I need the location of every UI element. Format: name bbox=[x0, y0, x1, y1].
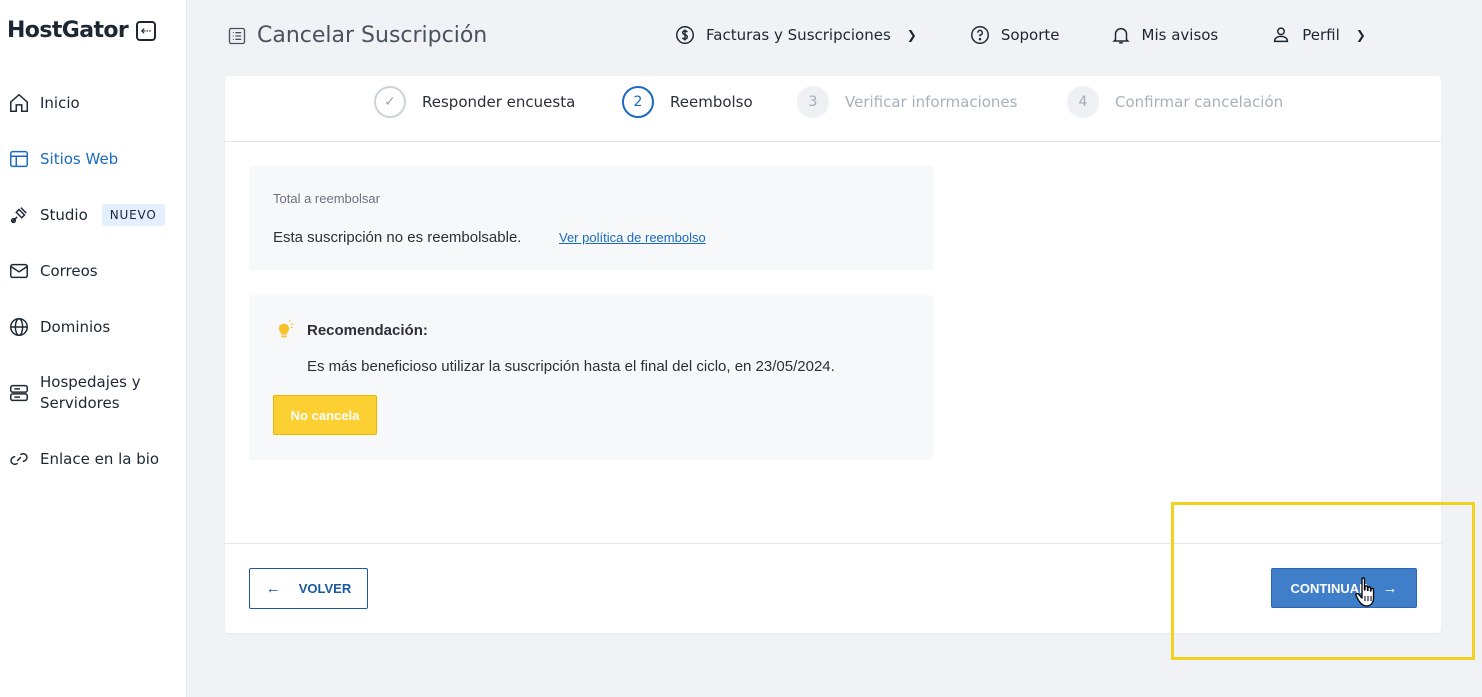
sidebar-item-label: Sitios Web bbox=[40, 150, 119, 168]
sidebar-item-dominios[interactable]: Dominios bbox=[8, 316, 110, 338]
bell-icon bbox=[1111, 27, 1130, 44]
refund-policy-link[interactable]: Ver política de reembolso bbox=[559, 230, 706, 245]
step-number: 2 bbox=[622, 86, 654, 118]
check-icon: ✓ bbox=[374, 86, 406, 118]
notices-label: Mis avisos bbox=[1141, 26, 1219, 44]
sidebar-item-label: Enlace en la bio bbox=[40, 450, 160, 468]
step-number: 4 bbox=[1067, 86, 1099, 118]
page-title: Cancelar Suscripción bbox=[227, 23, 487, 48]
profile-label: Perfil bbox=[1302, 26, 1340, 44]
refund-status-text: Esta suscripción no es reembolsable. bbox=[273, 229, 522, 246]
profile-menu[interactable]: Perfil ❯ bbox=[1270, 24, 1366, 46]
sidebar-item-label: Studio bbox=[40, 206, 88, 224]
refund-panel: Total a reembolsar Esta suscripción no e… bbox=[249, 166, 933, 270]
user-icon bbox=[1274, 27, 1289, 43]
billing-menu[interactable]: Facturas y Suscripciones ❯ bbox=[674, 24, 917, 46]
brand-name: HostGator bbox=[7, 18, 129, 43]
step-verify: 3 Verificar informaciones bbox=[797, 86, 1017, 118]
logo[interactable]: HostGator ⇠ bbox=[7, 18, 157, 43]
sidebar-item-label: Correos bbox=[40, 262, 98, 280]
sidebar: HostGator ⇠ Inicio Sitios Web Studio NUE… bbox=[0, 0, 187, 697]
step-number: 3 bbox=[797, 86, 829, 118]
globe-icon bbox=[10, 318, 28, 336]
lightbulb-icon bbox=[278, 320, 294, 338]
sidebar-item-label-line2: Servidores bbox=[40, 394, 120, 412]
top-bar: Cancelar Suscripción Facturas y Suscripc… bbox=[187, 0, 1482, 70]
step-survey: ✓ Responder encuesta bbox=[374, 86, 575, 118]
sidebar-item-label-group: Hospedajes y Servidores bbox=[40, 372, 141, 414]
recommendation-title: Recomendación: bbox=[307, 321, 428, 339]
new-badge: NUEVO bbox=[101, 204, 165, 226]
brush-icon bbox=[10, 207, 27, 224]
support-link[interactable]: Soporte bbox=[969, 24, 1060, 46]
collapse-sidebar-icon[interactable]: ⇠ bbox=[136, 20, 157, 41]
sidebar-item-studio[interactable]: Studio NUEVO bbox=[8, 204, 165, 226]
stepper: ✓ Responder encuesta 2 Reembolso 3 Verif… bbox=[225, 76, 1441, 142]
layout-icon bbox=[10, 150, 28, 168]
chevron-down-icon: ❯ bbox=[906, 28, 917, 42]
link-icon bbox=[10, 453, 28, 465]
step-confirm: 4 Confirmar cancelación bbox=[1067, 86, 1283, 118]
question-circle-icon bbox=[970, 26, 989, 44]
notices-link[interactable]: Mis avisos bbox=[1110, 24, 1219, 46]
recommendation-header: Recomendación: bbox=[273, 319, 428, 341]
back-button[interactable]: ← VOLVER bbox=[249, 568, 368, 609]
mail-icon bbox=[10, 263, 28, 279]
highlight-box bbox=[1171, 502, 1475, 660]
sidebar-item-hospedajes[interactable]: Hospedajes y Servidores bbox=[8, 372, 141, 414]
back-button-label: VOLVER bbox=[298, 581, 352, 596]
step-label: Confirmar cancelación bbox=[1115, 93, 1284, 111]
recommendation-text: Es más beneficioso utilizar la suscripci… bbox=[307, 358, 835, 375]
sidebar-item-enlace-bio[interactable]: Enlace en la bio bbox=[8, 448, 159, 470]
refund-total-label: Total a reembolsar bbox=[273, 191, 380, 206]
step-label: Responder encuesta bbox=[422, 93, 576, 111]
dollar-circle-icon bbox=[676, 26, 694, 44]
chevron-down-icon: ❯ bbox=[1355, 28, 1366, 42]
step-refund: 2 Reembolso bbox=[622, 86, 753, 118]
home-icon bbox=[10, 93, 28, 112]
step-label: Reembolso bbox=[670, 93, 753, 111]
sidebar-item-inicio[interactable]: Inicio bbox=[8, 92, 80, 114]
step-label: Verificar informaciones bbox=[845, 93, 1018, 111]
server-icon bbox=[10, 384, 28, 402]
billing-label: Facturas y Suscripciones bbox=[706, 26, 891, 44]
sidebar-item-correos[interactable]: Correos bbox=[8, 260, 98, 282]
sidebar-item-sitios-web[interactable]: Sitios Web bbox=[8, 148, 118, 170]
top-links: Facturas y Suscripciones ❯ Soporte Mis a… bbox=[674, 24, 1366, 46]
sidebar-item-label: Hospedajes y bbox=[40, 373, 141, 391]
hand-cursor-icon bbox=[1355, 577, 1375, 607]
no-cancel-button[interactable]: No cancela bbox=[273, 395, 377, 435]
support-label: Soporte bbox=[1000, 26, 1060, 44]
sidebar-item-label: Dominios bbox=[40, 318, 111, 336]
page-title-text: Cancelar Suscripción bbox=[257, 23, 488, 48]
arrow-left-icon: ← bbox=[265, 580, 281, 597]
list-icon bbox=[228, 27, 246, 44]
recommendation-panel: Recomendación: Es más beneficioso utiliz… bbox=[249, 295, 933, 460]
sidebar-item-label: Inicio bbox=[40, 94, 80, 112]
